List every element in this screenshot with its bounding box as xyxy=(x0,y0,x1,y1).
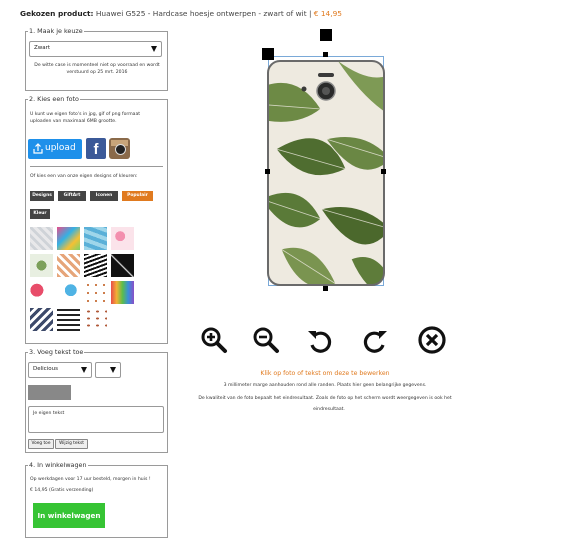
quality-note-1: De kwaliteit van de foto bepaalt het ein… xyxy=(198,396,452,401)
design-tile[interactable] xyxy=(30,281,53,304)
tab-giftart[interactable]: GiftArt xyxy=(58,191,86,201)
design-tile[interactable] xyxy=(84,308,107,331)
design-tile[interactable] xyxy=(30,308,53,331)
delete-handle[interactable] xyxy=(262,48,274,60)
chevron-down-icon xyxy=(151,46,157,52)
price-line: € 14,95 (Gratis verzending) xyxy=(30,488,94,493)
upload-icon xyxy=(33,143,43,154)
design-tile[interactable] xyxy=(30,227,53,250)
facebook-icon[interactable]: f xyxy=(86,138,106,159)
step1-panel: 1. Maak je keuze xyxy=(25,28,168,91)
designs-intro: Of kies een van onze eigen designs of kl… xyxy=(30,174,138,179)
product-price: € 14,95 xyxy=(313,9,343,18)
phone-case-art xyxy=(267,60,385,286)
delivery-note: Op werkdagen voor 17 uur besteld, morgen… xyxy=(30,477,151,482)
quality-note-2: eindresultaat. xyxy=(313,407,345,412)
zoom-out-icon[interactable] xyxy=(252,326,280,354)
design-tile[interactable] xyxy=(30,254,53,277)
design-tile[interactable] xyxy=(57,308,80,331)
add-to-cart-button[interactable]: In winkelwagen xyxy=(33,503,105,528)
divider xyxy=(30,166,163,167)
design-tile[interactable] xyxy=(111,227,134,250)
step2-legend: 2. Kies een foto xyxy=(29,95,79,103)
color-select-value: Zwart xyxy=(34,45,51,51)
design-tile[interactable] xyxy=(57,227,80,250)
stock-note: De witte case is momenteel niet op voorr… xyxy=(34,63,160,75)
text-input-placeholder: Je eigen tekst xyxy=(33,411,65,416)
step3-legend: 3. Voeg tekst toe xyxy=(29,348,84,356)
zoom-in-icon[interactable] xyxy=(200,326,228,354)
step2-panel: 2. Kies een foto xyxy=(25,96,168,344)
text-input[interactable]: Je eigen tekst xyxy=(28,406,164,433)
tab-kleur[interactable]: Kleur xyxy=(30,209,50,219)
step4-legend: 4. In winkelwagen xyxy=(29,461,87,469)
text-color-swatch[interactable] xyxy=(28,385,71,400)
resize-handle-n[interactable] xyxy=(323,52,328,57)
upload-label: upload xyxy=(45,143,76,153)
design-tile[interactable] xyxy=(111,281,134,304)
step1-legend: 1. Maak je keuze xyxy=(29,27,83,35)
design-tile[interactable] xyxy=(84,227,107,250)
change-text-button[interactable]: Wijzig tekst xyxy=(55,439,88,449)
rotate-handle[interactable] xyxy=(320,29,332,41)
design-tile[interactable] xyxy=(57,281,80,304)
upload-intro: U kunt uw eigen foto's in jpg, gif of pn… xyxy=(30,112,141,124)
chevron-down-icon xyxy=(110,367,116,373)
phone-case-preview[interactable] xyxy=(266,59,386,289)
rotate-left-icon[interactable] xyxy=(306,327,334,355)
font-select[interactable]: Delicious xyxy=(28,362,92,378)
tab-iconen[interactable]: Iconen xyxy=(90,191,118,201)
color-select[interactable]: Zwart xyxy=(29,41,162,57)
chevron-down-icon xyxy=(81,367,87,373)
upload-button[interactable]: upload xyxy=(28,139,82,159)
rotate-right-icon[interactable] xyxy=(361,327,389,355)
size-select[interactable] xyxy=(95,362,121,378)
instagram-icon[interactable] xyxy=(109,138,130,159)
resize-handle-e[interactable] xyxy=(381,169,386,174)
add-text-button[interactable]: Voeg toe xyxy=(28,439,54,449)
header-label: Gekozen product: xyxy=(20,9,94,18)
design-tile[interactable] xyxy=(84,254,107,277)
delete-icon[interactable] xyxy=(417,325,446,354)
product-header: Gekozen product: Huawei G525 - Hardcase … xyxy=(20,9,342,18)
margin-note: 3 millimeter marge aanhouden rond alle r… xyxy=(223,383,427,388)
design-tile[interactable] xyxy=(84,281,107,304)
tab-populair[interactable]: Populair xyxy=(122,191,153,201)
resize-handle-w[interactable] xyxy=(265,169,270,174)
design-tile[interactable] xyxy=(57,254,80,277)
design-tile[interactable] xyxy=(111,254,134,277)
resize-handle-s[interactable] xyxy=(323,286,328,291)
font-select-value: Delicious xyxy=(33,366,58,372)
tab-designs[interactable]: Designs xyxy=(30,191,54,201)
product-name: Huawei G525 - Hardcase hoesje ontwerpen … xyxy=(95,9,312,18)
edit-hint: Klik op foto of tekst om deze te bewerke… xyxy=(260,370,390,377)
